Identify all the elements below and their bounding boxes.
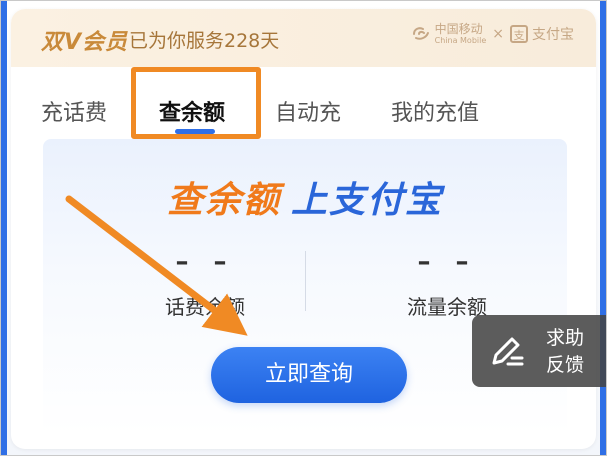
help-line-1: 求助	[546, 327, 585, 349]
edit-feedback-icon	[492, 337, 524, 366]
stat-divider	[305, 251, 306, 311]
phone-balance-label: 话费余额	[165, 295, 245, 319]
phone-balance-stat: – – 话费余额	[105, 247, 305, 320]
times-symbol: ×	[492, 26, 504, 42]
china-mobile-cn: 中国移动	[434, 22, 483, 36]
alipay-icon: 支	[510, 25, 528, 43]
slogan-check-balance: 查余额	[166, 180, 281, 221]
phone-balance-value: – –	[175, 247, 235, 277]
alipay-text: 支付宝	[532, 27, 574, 43]
tab-recharge-fee[interactable]: 充话费	[41, 95, 107, 127]
tab-auto-recharge[interactable]: 自动充	[275, 95, 341, 127]
slogan: 查余额 上支付宝	[43, 171, 567, 223]
slogan-alipay: 上支付宝	[291, 180, 444, 221]
help-feedback-button[interactable]: 求助 反馈	[472, 315, 606, 387]
double-v-member-logo: 双V会员	[41, 30, 129, 55]
alipay-logo: 支 支付宝	[510, 24, 574, 44]
app-frame: 双V会员 已为你服务228天 中国移动 China Mobile × 支 支付宝	[0, 0, 607, 456]
tab-bar: 充话费 查余额 自动充 我的充值	[11, 79, 596, 139]
tab-highlight-box	[131, 67, 261, 139]
china-mobile-en: China Mobile	[434, 36, 487, 45]
tab-my-recharges[interactable]: 我的充值	[391, 95, 479, 127]
left-edge-strip	[1, 1, 7, 455]
help-line-2: 反馈	[546, 354, 585, 376]
china-mobile-logo: 中国移动 China Mobile	[411, 22, 487, 45]
query-now-button[interactable]: 立即查询	[211, 347, 407, 403]
china-mobile-icon	[412, 27, 429, 40]
served-days-text: 已为你服务228天	[129, 30, 280, 52]
data-balance-stat: – – 流量余额	[347, 247, 547, 320]
data-balance-value: – –	[417, 247, 477, 277]
partner-logos: 中国移动 China Mobile × 支 支付宝	[411, 23, 574, 45]
balance-query-panel: 查余额 上支付宝 – – 话费余额 – – 流量余额 立即查询	[43, 139, 567, 435]
right-edge-strip	[600, 1, 606, 455]
help-feedback-label: 求助 反馈	[546, 325, 584, 379]
member-bar: 双V会员 已为你服务228天 中国移动 China Mobile × 支 支付宝	[11, 9, 596, 67]
